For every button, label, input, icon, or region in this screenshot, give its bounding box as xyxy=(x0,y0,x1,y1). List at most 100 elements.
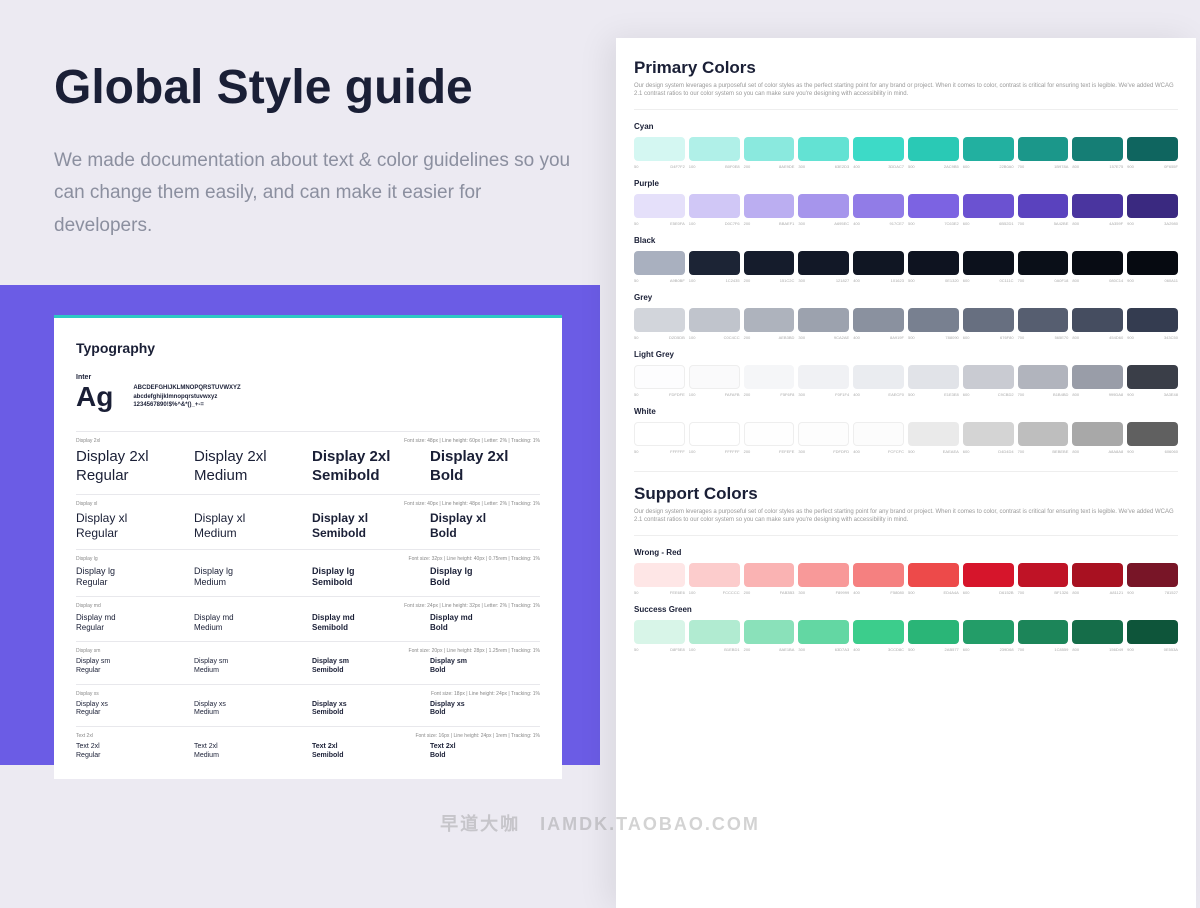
color-swatch: 50D8F5E8 xyxy=(634,620,685,652)
color-swatch: 800157E75 xyxy=(1072,137,1123,169)
color-swatch: 100D0C7F6 xyxy=(689,194,740,226)
typo-sample: Display 2xlRegular xyxy=(76,448,186,486)
font-preview: Ag ABCDEFGHIJKLMNOPQRSTUVWXYZ abcdefghij… xyxy=(76,381,540,413)
color-swatch: 100FAFAFB xyxy=(689,365,740,397)
typo-sample: Display xsMedium xyxy=(194,701,304,719)
typo-sample: Display 2xlSemibold xyxy=(312,448,422,486)
typography-size-xl: Display xlFont size: 40px | Line height:… xyxy=(76,494,540,549)
color-group-white: White50FFFFFF100FFFFFF200FEFEFE300FDFDFD… xyxy=(634,407,1178,454)
color-swatch: 600676F80 xyxy=(963,308,1014,340)
color-group-name: White xyxy=(634,407,1178,416)
typo-sample: Display 2xlBold xyxy=(430,448,540,486)
typo-sample: Text 2xlMedium xyxy=(194,743,304,761)
color-swatch: 800454D60 xyxy=(1072,308,1123,340)
color-swatch: 300121827 xyxy=(798,251,849,283)
color-swatch: 7001B978A xyxy=(1018,137,1069,169)
color-group-light-grey: Light Grey50FDFDFE100FAFAFB200F5F6F8300F… xyxy=(634,350,1178,397)
color-swatch: 300F0F1F4 xyxy=(798,365,849,397)
font-name-label: Inter xyxy=(76,374,540,381)
color-swatch: 4003DDAC7 xyxy=(853,137,904,169)
typo-sample: Display mdBold xyxy=(430,613,540,633)
color-swatch: 200AEB3BD xyxy=(744,308,795,340)
color-swatch: 400F58080 xyxy=(853,563,904,595)
typo-meta-right: Font size: 18px | Line height: 24px | Tr… xyxy=(431,691,540,697)
color-group-name: Purple xyxy=(634,179,1178,188)
color-swatch: 50FEE6E6 xyxy=(634,563,685,595)
watermark: 早道大咖 IAMDK.TAOBAO.COM xyxy=(440,810,760,836)
typo-sample: Display xsSemibold xyxy=(312,701,422,719)
typo-sample: Text 2xlSemibold xyxy=(312,743,422,761)
color-swatch: 400917CE7 xyxy=(853,194,904,226)
typography-heading: Typography xyxy=(76,340,540,356)
color-swatch: 7000A0F18 xyxy=(1018,251,1069,283)
color-swatch: 700BF1326 xyxy=(1018,563,1069,595)
color-swatch: 30063D7A3 xyxy=(798,620,849,652)
color-swatch: 9000F655F xyxy=(1127,137,1178,169)
typography-size-2xl: Display 2xlFont size: 48px | Line height… xyxy=(76,431,540,494)
color-swatch: 9000E553A xyxy=(1127,620,1178,652)
color-swatch: 100FCCCCC xyxy=(689,563,740,595)
support-colors-heading: Support Colors xyxy=(634,484,1178,504)
color-swatch: 600C9CBD2 xyxy=(963,365,1014,397)
color-swatch: 800156D49 xyxy=(1072,620,1123,652)
color-swatch: 900343C50 xyxy=(1127,308,1178,340)
page-title: Global Style guide xyxy=(54,60,473,115)
typo-meta-right: Font size: 24px | Line height: 32px | Le… xyxy=(404,603,540,609)
color-group-name: Black xyxy=(634,236,1178,245)
color-swatch: 900781527 xyxy=(1127,563,1178,595)
typo-meta-left: Text 2xl xyxy=(76,733,93,739)
color-swatch: 100C0C4CC xyxy=(689,308,740,340)
typo-sample: Display lgRegular xyxy=(76,566,186,589)
typo-sample: Display smMedium xyxy=(194,658,304,676)
color-group-grey: Grey50D2D5DB100C0C4CC200AEB3BD3009CA2AE4… xyxy=(634,293,1178,340)
color-swatch: 6000C111C xyxy=(963,251,1014,283)
color-swatch: 50FFFFFF xyxy=(634,422,685,454)
color-swatch: 8004A359F xyxy=(1072,194,1123,226)
color-swatch: 600D4D4D4 xyxy=(963,422,1014,454)
color-swatch: 300A695EC xyxy=(798,194,849,226)
typo-sample: Text 2xlBold xyxy=(430,743,540,761)
color-swatch: 1001C2435 xyxy=(689,251,740,283)
color-swatch: 30063E2D3 xyxy=(798,137,849,169)
typo-sample: Display xsRegular xyxy=(76,701,186,719)
typo-sample: Display 2xlMedium xyxy=(194,448,304,486)
color-swatch: 5002AB577 xyxy=(908,620,959,652)
typography-size-xs: Display xsFont size: 18px | Line height:… xyxy=(76,684,540,727)
typo-sample: Display lgBold xyxy=(430,566,540,589)
color-swatch: 200FEFEFE xyxy=(744,422,795,454)
color-swatch: 50A9B0BF xyxy=(634,251,685,283)
color-swatch: 5007C63E2 xyxy=(908,194,959,226)
color-group-black: Black50A9B0BF1001C2435200151C2C300121827… xyxy=(634,236,1178,283)
color-swatch: 400101623 xyxy=(853,251,904,283)
color-swatch: 500ED4A4A xyxy=(908,563,959,595)
typo-meta-left: Display sm xyxy=(76,648,100,654)
color-swatch: 800A81121 xyxy=(1072,563,1123,595)
color-swatch: 5002AC9B5 xyxy=(908,137,959,169)
primary-colors-heading: Primary Colors xyxy=(634,58,1178,78)
typo-sample: Display mdRegular xyxy=(76,613,186,633)
typo-sample: Display xlSemibold xyxy=(312,511,422,541)
color-swatch: 900606060 xyxy=(1127,422,1178,454)
typo-sample: Display smRegular xyxy=(76,658,186,676)
color-swatch: 600239D68 xyxy=(963,620,1014,652)
typo-meta-left: Display 2xl xyxy=(76,438,100,444)
support-colors-desc: Our design system leverages a purposeful… xyxy=(634,508,1178,536)
color-swatch: 400FCFCFC xyxy=(853,422,904,454)
typo-sample: Display mdMedium xyxy=(194,613,304,633)
color-swatch: 400EAECF0 xyxy=(853,365,904,397)
color-swatch: 6006B52D1 xyxy=(963,194,1014,226)
typo-sample: Text 2xlRegular xyxy=(76,743,186,761)
typo-sample: Display lgSemibold xyxy=(312,566,422,589)
typo-meta-right: Font size: 20px | Line height: 28px | 1.… xyxy=(409,648,540,654)
color-group-name: Grey xyxy=(634,293,1178,302)
color-swatch: 2008AE1BA xyxy=(744,620,795,652)
typography-size-text: Text 2xl Font size: 16px | Line height: 2… xyxy=(76,726,540,769)
color-swatch: 50FDFDFE xyxy=(634,365,685,397)
color-swatch: 100B1EBD1 xyxy=(689,620,740,652)
color-swatch: 500788090 xyxy=(908,308,959,340)
color-swatch: 800999DA8 xyxy=(1072,365,1123,397)
typo-meta-right: Font size: 16px | Line height: 24px | 1r… xyxy=(415,733,540,739)
primary-colors-desc: Our design system leverages a purposeful… xyxy=(634,82,1178,110)
color-swatch: 200F5F6F8 xyxy=(744,365,795,397)
color-swatch: 500E1E3E8 xyxy=(908,365,959,397)
